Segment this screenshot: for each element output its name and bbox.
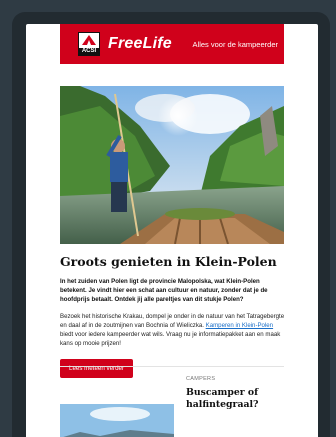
- acsi-logo[interactable]: ACSI: [78, 32, 100, 56]
- divider: [60, 366, 284, 367]
- teaser-title[interactable]: Buscamper of halfintegraal?: [186, 387, 286, 411]
- tent-icon: [82, 35, 96, 45]
- brand-name[interactable]: FreeLife: [108, 35, 172, 53]
- read-more-button[interactable]: Lees meteen verder: [60, 359, 134, 378]
- header-bar: ACSI FreeLife Alles voor de kampeerder: [60, 24, 284, 64]
- email-screen: ACSI FreeLife Alles voor de kampeerder G…: [26, 24, 318, 437]
- article: Groots genieten in Klein-Polen In het zu…: [60, 254, 286, 378]
- campsite-link[interactable]: Kamperen in Klein-Polen: [206, 322, 273, 329]
- hero-image[interactable]: [60, 86, 284, 244]
- teaser-text: CAMPERS Buscamper of halfintegraal?: [186, 376, 286, 411]
- article-body: Bezoek het historische Krakau, dompel je…: [60, 313, 285, 347]
- teaser-category: CAMPERS: [186, 376, 216, 382]
- article-intro: In het zuiden van Polen ligt de provinci…: [60, 278, 268, 303]
- device-frame: ACSI FreeLife Alles voor de kampeerder G…: [12, 12, 330, 437]
- logo-text: ACSI: [79, 48, 99, 55]
- article-title[interactable]: Groots genieten in Klein-Polen: [60, 254, 286, 270]
- tagline: Alles voor de kampeerder: [192, 39, 278, 49]
- teaser-image[interactable]: [60, 404, 174, 437]
